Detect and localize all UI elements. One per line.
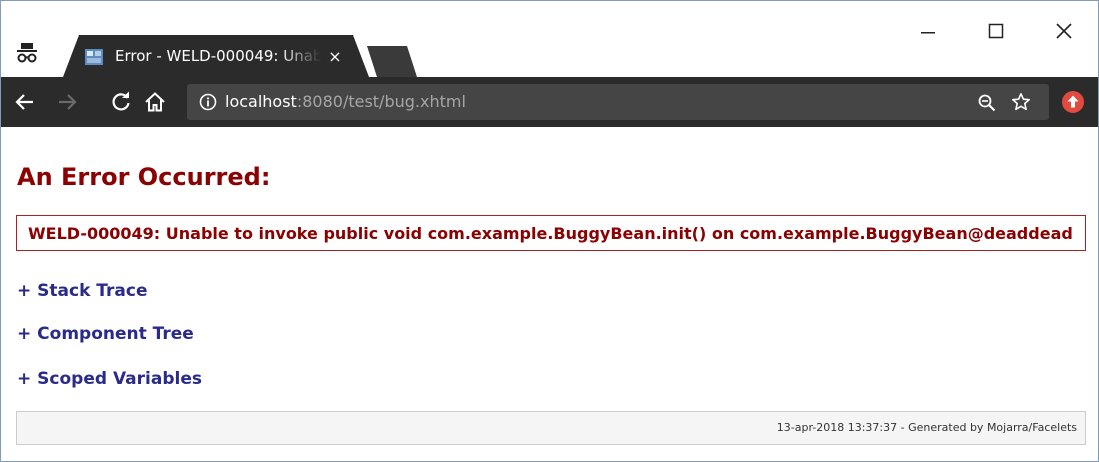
maximize-icon[interactable] [973,11,1019,51]
address-bar[interactable]: localhost:8080/test/bug.xhtml [187,84,1049,120]
tab-active[interactable]: Error - WELD-000049: Unable to invoke pu… [63,35,369,77]
globe-favicon-icon [85,49,103,65]
browser-toolbar: localhost:8080/test/bug.xhtml [1,77,1098,127]
upload-extension-icon[interactable] [1061,90,1085,114]
error-message: WELD-000049: Unable to invoke public voi… [16,215,1086,251]
minimize-icon[interactable] [905,11,951,51]
tab-title: Error - WELD-000049: Unable to invoke pu… [115,47,321,65]
arrow-left-icon[interactable] [13,90,37,114]
scoped-variables-toggle[interactable]: + Scoped Variables [17,369,202,389]
incognito-icon [15,41,39,65]
url-path: :8080/test/bug.xhtml [296,92,466,111]
star-icon[interactable] [1011,92,1031,112]
footer-text: 13-apr-2018 13:37:37 - Generated by Moja… [776,421,1077,434]
stack-trace-toggle[interactable]: + Stack Trace [17,281,148,301]
window-close-icon[interactable] [1041,11,1087,51]
zoom-icon[interactable] [977,93,997,113]
home-icon[interactable] [143,90,167,114]
url-host: localhost [225,92,297,111]
component-tree-toggle[interactable]: + Component Tree [17,324,194,344]
new-tab-button[interactable] [367,46,417,81]
page-content: An Error Occurred: WELD-000049: Unable t… [1,127,1098,461]
info-icon[interactable] [199,93,217,111]
tab-close-button[interactable]: × [325,47,345,67]
arrow-right-icon[interactable] [55,90,79,114]
url-text[interactable]: localhost:8080/test/bug.xhtml [225,92,466,114]
title-bar: Error - WELD-000049: Unable to invoke pu… [1,1,1098,77]
browser-window: Error - WELD-000049: Unable to invoke pu… [0,0,1099,462]
page-footer: 13-apr-2018 13:37:37 - Generated by Moja… [16,411,1086,445]
reload-icon[interactable] [109,90,133,114]
page-title: An Error Occurred: [17,163,271,191]
